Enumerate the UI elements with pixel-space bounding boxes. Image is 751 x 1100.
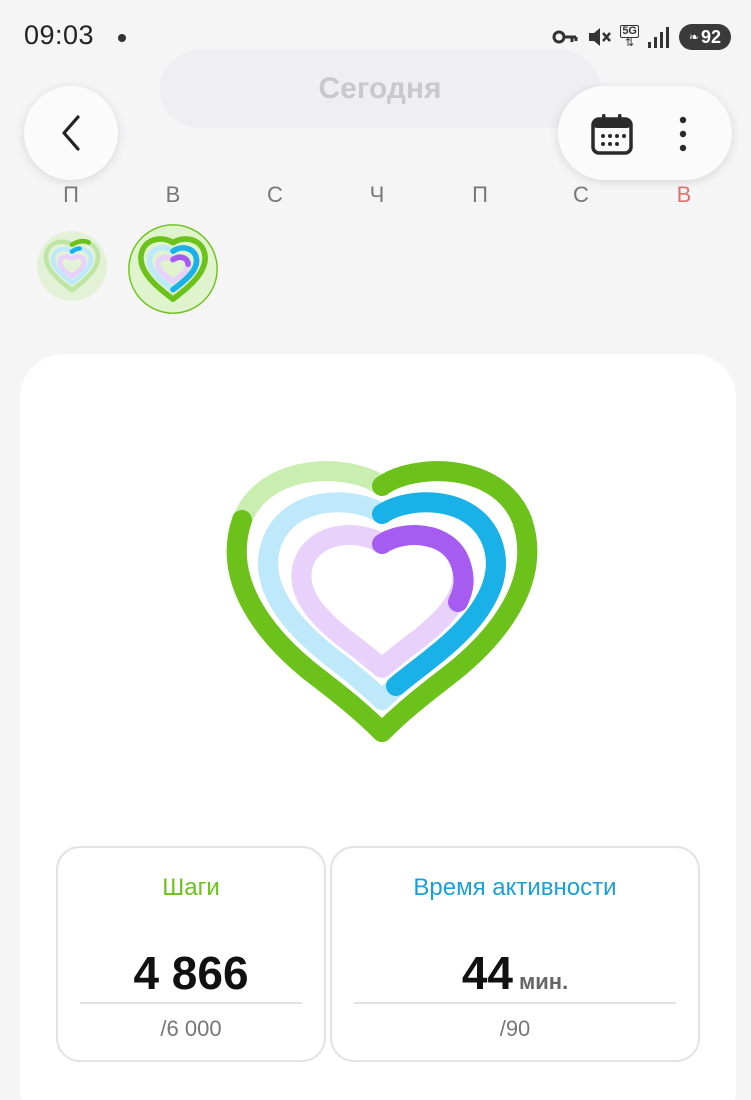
calendar-button[interactable]	[588, 112, 636, 156]
divider	[80, 1002, 302, 1004]
more-options-button[interactable]	[668, 112, 698, 156]
steps-value: 4 866	[133, 947, 249, 999]
active-time-label: Время активности	[413, 874, 617, 901]
notification-dot	[118, 34, 126, 42]
weekday-wed: С	[267, 182, 283, 207]
active-time-value: 44	[461, 947, 513, 999]
active-time-goal: /90	[499, 1016, 531, 1041]
key-icon	[552, 30, 578, 44]
battery-icon: ❧ 92	[679, 24, 731, 50]
activity-card: Шаги 4 866 /6 000 Время активности 44 мин…	[20, 354, 736, 1100]
weekday-tue: В	[165, 182, 181, 207]
mute-icon	[589, 28, 612, 46]
activity-heart-rings[interactable]	[212, 450, 552, 770]
steps-stat-card[interactable]: Шаги 4 866 /6 000	[56, 846, 326, 1062]
back-button[interactable]	[24, 86, 118, 180]
active-time-stat-card[interactable]: Время активности 44 мин. /90	[330, 846, 700, 1062]
steps-goal: /6 000	[160, 1016, 222, 1041]
status-icons: 5G ⇅ ❧ 92	[552, 22, 731, 52]
header-actions	[558, 86, 732, 180]
steps-label: Шаги	[162, 874, 220, 901]
active-time-value-row: 44 мин.	[332, 946, 698, 1000]
battery-level: 92	[701, 26, 722, 47]
data-arrows-icon: ⇅	[625, 37, 635, 49]
signal-icon	[648, 27, 669, 48]
weekday-sat: С	[573, 182, 589, 207]
battery-saver-icon: ❧	[688, 30, 700, 44]
weekday-sun: В	[676, 182, 692, 207]
weekday-fri: П	[472, 182, 488, 207]
active-time-unit: мин.	[518, 969, 569, 994]
weekday-thu: Ч	[369, 182, 385, 207]
more-vertical-icon	[679, 116, 687, 152]
back-arrow-icon	[62, 115, 80, 151]
weekday-mon: П	[63, 182, 79, 207]
network-indicator: 5G ⇅	[620, 25, 639, 49]
divider	[354, 1002, 676, 1004]
calendar-icon	[591, 114, 633, 155]
steps-value-row: 4 866	[58, 946, 324, 1000]
status-time: 09:03	[24, 20, 95, 50]
day-ring-tue[interactable]	[126, 222, 220, 316]
day-ring-mon[interactable]	[34, 228, 110, 304]
page-title: Сегодня	[318, 72, 442, 105]
header-title-bar: Сегодня	[160, 50, 600, 128]
